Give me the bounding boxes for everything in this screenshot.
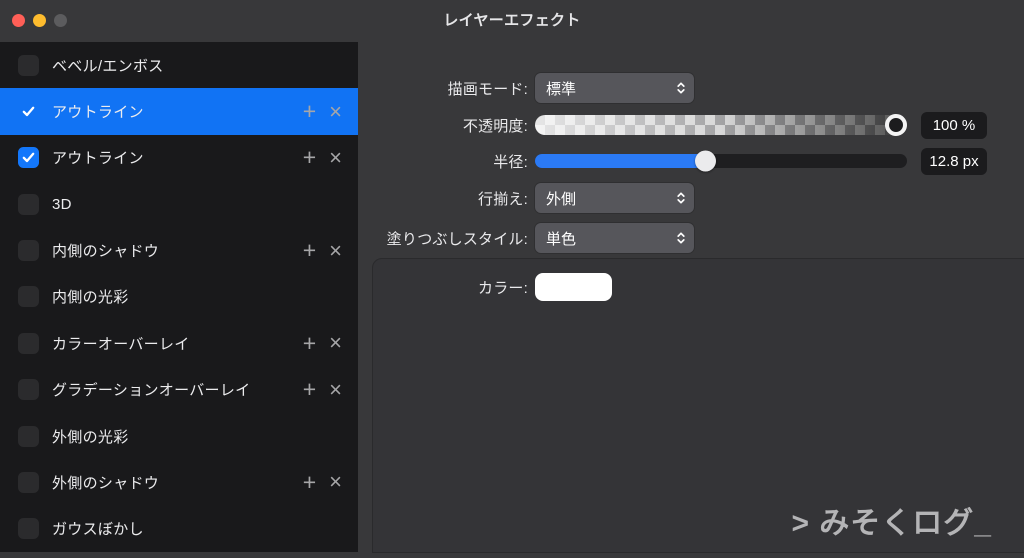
effect-list-item[interactable]: アウトライン + × (0, 135, 358, 181)
effect-actions: + × (303, 239, 342, 262)
add-effect-icon[interactable]: + (303, 470, 316, 494)
effect-label: 3D (52, 195, 72, 213)
radius-label: 半径: (493, 153, 528, 171)
effect-enabled-checkbox[interactable] (18, 425, 39, 447)
radius-value[interactable]: 12.8 px (921, 147, 987, 175)
add-effect-icon[interactable]: + (303, 100, 316, 123)
remove-effect-icon[interactable]: × (329, 332, 342, 354)
add-effect-icon[interactable]: + (303, 239, 316, 262)
alignment-row: 行揃え: 外側 (358, 183, 1024, 213)
blend-mode-value: 標準 (546, 80, 577, 98)
effect-list-item[interactable]: 3D (0, 181, 358, 227)
dropdown-chevrons-icon (677, 82, 685, 94)
remove-effect-icon[interactable]: × (329, 471, 342, 493)
effect-label: 外側のシャドウ (52, 474, 160, 492)
effect-actions: + × (303, 470, 342, 494)
alignment-select[interactable]: 外側 (535, 183, 694, 213)
remove-effect-icon[interactable]: × (329, 378, 342, 401)
alignment-value: 外側 (546, 190, 577, 208)
effect-list-item[interactable]: 外側の光彩 (0, 413, 358, 459)
remove-effect-icon[interactable]: × (329, 100, 342, 123)
add-effect-icon[interactable]: + (303, 146, 316, 169)
add-effect-icon[interactable]: + (303, 331, 316, 355)
effect-enabled-checkbox[interactable] (18, 286, 39, 308)
opacity-slider-knob[interactable] (885, 114, 907, 136)
effect-label: ベベル/エンボス (52, 57, 164, 75)
effect-enabled-checkbox[interactable] (18, 193, 39, 215)
remove-effect-icon[interactable]: × (329, 146, 342, 169)
blend-mode-row: 描画モード: 標準 (358, 73, 1024, 103)
add-effect-icon[interactable]: + (303, 378, 316, 401)
layer-effects-dialog: レイヤーエフェクト ベベル/エンボス アウトライン + × アウトライン + × 3D 内側のシ… (0, 0, 1024, 558)
effect-list-item[interactable]: ガウスぼかし (0, 506, 358, 552)
effect-list-item[interactable]: グラデーションオーバーレイ + × (0, 367, 358, 413)
window-title: レイヤーエフェクト (443, 12, 581, 29)
radius-row: 半径: 12.8 px (358, 146, 1024, 176)
opacity-label: 不透明度: (462, 117, 528, 135)
effect-enabled-checkbox[interactable] (18, 147, 39, 169)
effect-actions: + × (303, 378, 342, 401)
effect-list-item[interactable]: 外側のシャドウ + × (0, 459, 358, 505)
effect-label: グラデーションオーバーレイ (52, 382, 251, 400)
blend-mode-label: 描画モード: (447, 80, 528, 98)
titlebar: レイヤーエフェクト (0, 0, 1024, 42)
effect-list-item[interactable]: アウトライン + × (0, 88, 358, 135)
color-swatch[interactable] (535, 273, 612, 301)
color-row: カラー: (358, 272, 1024, 302)
radius-slider-fill (535, 154, 705, 168)
effect-actions: + × (303, 331, 342, 355)
effect-actions: + × (303, 100, 342, 123)
radius-slider[interactable] (535, 150, 907, 172)
effect-enabled-checkbox[interactable] (18, 101, 39, 122)
effect-enabled-checkbox[interactable] (18, 471, 39, 493)
opacity-value[interactable]: 100 % (921, 111, 987, 139)
radius-slider-knob[interactable] (694, 150, 716, 172)
fill-style-row: 塗りつぶしスタイル: 単色 (358, 223, 1024, 253)
checkmark-icon (22, 153, 35, 163)
effect-label: ガウスぼかし (52, 521, 144, 539)
effect-actions: + × (303, 146, 342, 169)
effect-label: カラーオーバーレイ (52, 335, 190, 353)
effect-label: アウトライン (52, 150, 144, 168)
effect-list-item[interactable]: 内側のシャドウ + × (0, 227, 358, 273)
color-label: カラー: (478, 279, 528, 297)
effects-list: ベベル/エンボス アウトライン + × アウトライン + × 3D 内側のシャドウ + × 内側の光彩… (0, 42, 358, 552)
effect-label: 内側のシャドウ (52, 243, 160, 261)
effect-enabled-checkbox[interactable] (18, 332, 39, 354)
opacity-row: 不透明度: 100 % (358, 110, 1024, 140)
effect-list-item[interactable]: カラーオーバーレイ + × (0, 320, 358, 366)
effect-list-item[interactable]: ベベル/エンボス (0, 42, 358, 88)
effect-label: アウトライン (52, 104, 144, 122)
watermark: > みそくログ_ (791, 507, 992, 540)
remove-effect-icon[interactable]: × (329, 239, 342, 262)
effect-enabled-checkbox[interactable] (18, 518, 39, 540)
effect-list-item[interactable]: 内側の光彩 (0, 274, 358, 320)
fill-style-label: 塗りつぶしスタイル: (386, 230, 528, 248)
effect-enabled-checkbox[interactable] (18, 54, 39, 76)
fill-style-value: 単色 (546, 230, 577, 248)
dropdown-chevrons-icon (677, 192, 685, 204)
opacity-slider[interactable] (535, 114, 907, 136)
effect-label: 内側の光彩 (52, 289, 129, 307)
effect-label: 外側の光彩 (52, 428, 129, 446)
effect-enabled-checkbox[interactable] (18, 379, 39, 401)
blend-mode-select[interactable]: 標準 (535, 73, 694, 103)
checkmark-icon (22, 106, 35, 117)
dropdown-chevrons-icon (677, 232, 685, 244)
effect-enabled-checkbox[interactable] (18, 240, 39, 262)
fill-style-select[interactable]: 単色 (535, 223, 694, 253)
alignment-label: 行揃え: (478, 190, 528, 208)
